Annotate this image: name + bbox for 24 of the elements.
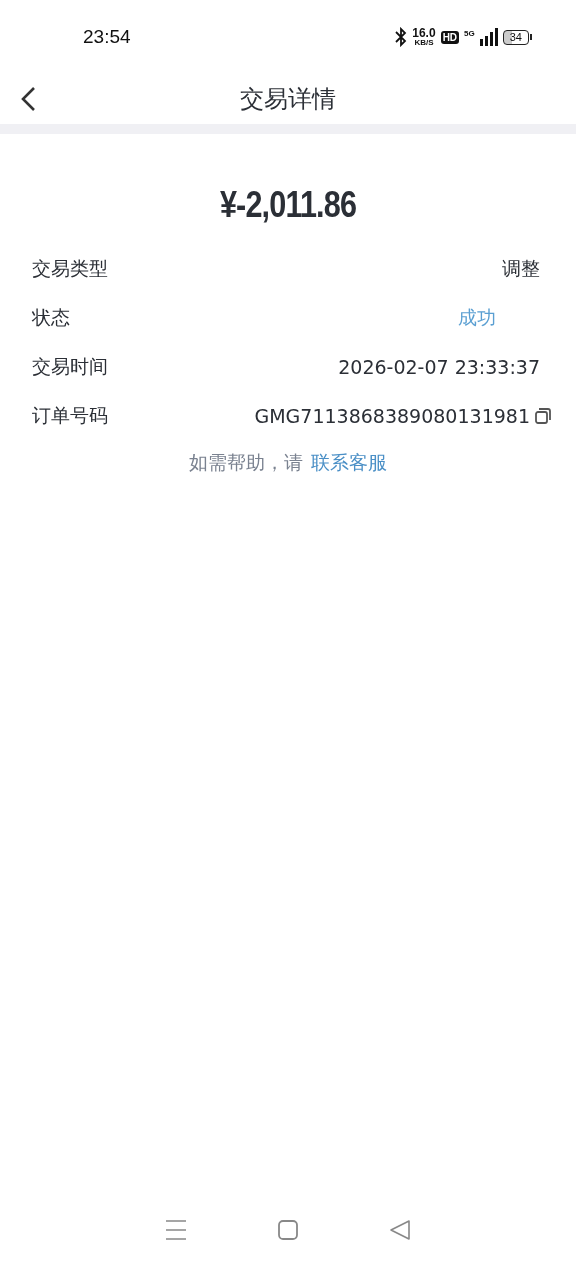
detail-value: 2026-02-07 23:33:37 bbox=[338, 355, 540, 378]
bluetooth-icon bbox=[395, 27, 408, 47]
network-speed: 16.0 bbox=[412, 27, 436, 39]
detail-label: 订单号码 bbox=[32, 402, 108, 428]
signal-icon bbox=[479, 28, 498, 46]
copy-icon[interactable] bbox=[534, 406, 552, 425]
transaction-amount: ¥-2,011.86 bbox=[218, 184, 358, 226]
network-type: 5G bbox=[464, 29, 475, 38]
detail-value: 成功 bbox=[457, 304, 497, 330]
back-icon[interactable] bbox=[389, 1219, 411, 1241]
home-icon[interactable] bbox=[277, 1219, 299, 1241]
battery-level: 34 bbox=[502, 29, 529, 45]
detail-label: 交易类型 bbox=[32, 255, 108, 281]
help-text: 如需帮助，请 bbox=[189, 450, 303, 475]
status-time: 23:54 bbox=[83, 26, 131, 48]
contact-support-link[interactable]: 联系客服 bbox=[311, 450, 387, 476]
detail-value: GMG7113868389080131981 bbox=[254, 404, 530, 427]
menu-icon[interactable] bbox=[165, 1219, 187, 1241]
speed-unit: KB/S bbox=[414, 39, 434, 47]
page-title: 交易详情 bbox=[240, 84, 336, 115]
detail-label: 状态 bbox=[32, 304, 70, 330]
hd-badge: HD bbox=[440, 30, 460, 44]
detail-label: 交易时间 bbox=[32, 353, 108, 379]
detail-value: 调整 bbox=[502, 255, 540, 281]
